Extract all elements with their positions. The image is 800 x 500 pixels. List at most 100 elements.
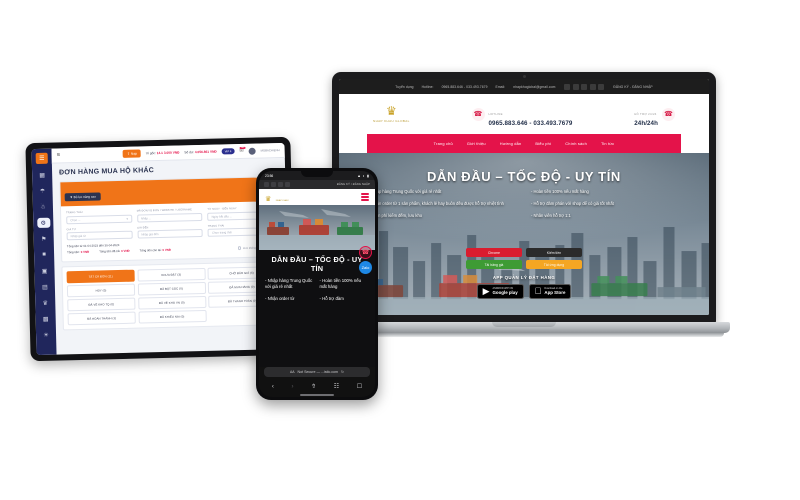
hero-cta-buttons[interactable]: Chrome Kiếm tiền Tải bảng giá Tải ứng dụ… bbox=[464, 248, 584, 270]
sidebar-item-cart[interactable]: ☂ bbox=[36, 186, 49, 196]
laptop-device: Tuyển dụng Hotline: 0965.883.646 - 033.4… bbox=[318, 72, 730, 347]
browser-toolbar[interactable]: ‹ › ⇮ ☷ ☐ bbox=[259, 380, 375, 393]
twitter-icon[interactable] bbox=[271, 182, 276, 187]
nav-item-news[interactable]: Tin tức bbox=[601, 141, 614, 146]
hamburger-icon[interactable]: ≡ bbox=[57, 152, 61, 158]
total-remaining-label: Tổng tiền còn lại: bbox=[139, 247, 162, 253]
avatar[interactable] bbox=[248, 147, 256, 155]
bell-icon[interactable]: ✉ 364 bbox=[239, 146, 246, 154]
tab-completed[interactable]: ĐÃ HOÀN THÀNH (1) bbox=[67, 311, 136, 326]
download-app-button[interactable]: Tải ứng dụng bbox=[526, 260, 582, 270]
reload-icon[interactable]: ↻ bbox=[341, 370, 344, 374]
balance-value: 14.1 3.000 VNĐ bbox=[156, 150, 180, 156]
download-pricelist-button[interactable]: Tải bảng giá bbox=[466, 260, 522, 270]
credit-value: 4.056.861 VNĐ bbox=[194, 149, 217, 155]
app-logo-icon[interactable]: ☰ bbox=[35, 152, 48, 165]
youtube-icon[interactable] bbox=[278, 182, 283, 187]
hero-bullet-right-1: - Hoàn tiền 100% nếu mất hàng bbox=[531, 189, 589, 194]
tab-warehouse-cn[interactable]: ĐÃ VỀ KHO TQ (0) bbox=[67, 297, 136, 312]
nav-item-pricing[interactable]: Biểu phí bbox=[535, 141, 551, 146]
google-play-big-text: Google play bbox=[492, 290, 518, 296]
tablet-screen: ☰ ▦ ☂ ☃ ⚙ ⚑ ■ ▣ ▤ ♛ ▩ ☀ ≡ ⇧ Nạp Ví gốc: … bbox=[31, 142, 290, 356]
app-store-badges[interactable]: ▶ ANDROID APP ON Google play  Download … bbox=[339, 284, 709, 299]
sidebar-item-users[interactable]: ☃ bbox=[36, 202, 49, 212]
text-size-icon[interactable]: AA bbox=[290, 370, 295, 374]
phone-home-indicator bbox=[259, 393, 375, 397]
phone-bullet-left-1: - Nhập hàng Trung Quốc với giá rẻ nhất bbox=[265, 278, 313, 290]
sidebar-item-dashboard[interactable]: ▦ bbox=[36, 170, 49, 180]
tab-not-ordered[interactable]: CHƯA ĐẶT (3) bbox=[136, 267, 206, 282]
screenshot-stage: Tuyển dụng Hotline: 0965.883.646 - 033.4… bbox=[0, 0, 800, 500]
phone-auth-link[interactable]: ĐĂNG KÝ / ĐĂNG NHẬP bbox=[337, 183, 370, 186]
tabs-icon[interactable]: ☐ bbox=[357, 383, 362, 390]
nav-item-policy[interactable]: Chính sách bbox=[565, 141, 587, 146]
back-icon[interactable]: ‹ bbox=[272, 384, 274, 390]
google-play-icon: ▶ bbox=[482, 286, 490, 296]
bookmarks-icon[interactable]: ☷ bbox=[334, 383, 339, 390]
header-support[interactable]: HỖ TRỢ 24/24 24h/24h ☎ bbox=[634, 102, 675, 127]
phone-logo[interactable]: ♛ NHAP KHAU bbox=[265, 188, 288, 206]
topbar-auth-link[interactable]: ĐĂNG KÝ - ĐĂNG NHẬP bbox=[613, 85, 652, 89]
share-icon[interactable]: ⇮ bbox=[311, 383, 316, 390]
crown-icon: ♛ bbox=[385, 104, 397, 118]
nav-item-guide[interactable]: Hướng dẫn bbox=[500, 141, 522, 146]
browser-url-bar[interactable]: AA Not Secure — ...istic.com ↻ bbox=[264, 367, 370, 377]
twitter-icon[interactable] bbox=[572, 83, 579, 90]
page-title: ĐƠN HÀNG MUA HỘ KHÁC bbox=[59, 167, 155, 177]
field-price-to-input[interactable]: Nhập giá đến bbox=[137, 228, 204, 239]
sidebar-item-report[interactable]: ▩ bbox=[39, 314, 52, 324]
topbar-email-value: nhapkhoglobal@gmail.com bbox=[513, 84, 556, 89]
tab-warehouse-vn[interactable]: ĐÃ VỀ KHO VN (0) bbox=[137, 296, 206, 310]
header-hotline[interactable]: ☎ HOTLINE 0965.883.646 - 033.493.7679 bbox=[471, 102, 573, 127]
field-price-to-value: Nhập giá đến bbox=[141, 232, 159, 237]
nav-item-about[interactable]: Giới thiệu bbox=[467, 141, 486, 146]
field-price-from: GIÁ TỪ Nhập giá từ bbox=[66, 226, 133, 241]
phone-floating-buttons[interactable]: ☎ Zalo bbox=[359, 246, 372, 274]
youtube-icon[interactable] bbox=[581, 83, 588, 90]
phone-hero-bullets: - Nhập hàng Trung Quốc với giá rẻ nhất -… bbox=[265, 278, 369, 290]
phone-social-icons[interactable] bbox=[264, 182, 290, 187]
sidebar-item-settings[interactable]: ☀ bbox=[39, 330, 52, 340]
status-tabs[interactable]: TẤT CẢ ĐƠN (11) CHƯA ĐẶT (3) CHỜ BÁO GIÁ… bbox=[62, 262, 280, 329]
topbar-social-icons[interactable] bbox=[564, 83, 605, 90]
forward-icon[interactable]: › bbox=[291, 384, 293, 390]
hamburger-icon[interactable] bbox=[361, 193, 369, 201]
tab-all-orders[interactable]: TẤT CẢ ĐƠN (11) bbox=[66, 269, 135, 283]
sidebar-item-camera[interactable]: ▣ bbox=[38, 266, 51, 276]
sidebar-item-flag[interactable]: ⚑ bbox=[37, 234, 50, 244]
instagram-icon[interactable] bbox=[589, 83, 596, 90]
username-label: MOBACHIENH bbox=[260, 148, 280, 153]
field-status-label: TRẠNG THÁI bbox=[66, 210, 83, 215]
facebook-icon[interactable] bbox=[564, 83, 571, 90]
topbar-recruit-link[interactable]: Tuyển dụng bbox=[395, 85, 413, 89]
field-status-select[interactable]: Chọn ... ▾ bbox=[66, 214, 133, 224]
field-code-input[interactable]: Nhập ... bbox=[136, 212, 203, 223]
tab-cancelled[interactable]: HỦY (0) bbox=[66, 283, 136, 297]
phone-icon[interactable]: ☎ bbox=[359, 246, 372, 259]
advanced-filter-button[interactable]: ▼ Bộ lọc nâng cao bbox=[64, 192, 101, 202]
sidebar-item-orders[interactable]: ⚙ bbox=[36, 217, 50, 229]
nav-item-home[interactable]: Trang chủ bbox=[434, 141, 453, 146]
tab-deposited[interactable]: ĐÃ ĐẶT CỌC (0) bbox=[137, 282, 206, 296]
earn-money-button[interactable]: Kiếm tiền bbox=[526, 248, 582, 258]
battery-icon: ▮ bbox=[367, 173, 369, 178]
phone-bullet-right-2: - Hỗ trợ đàm bbox=[319, 295, 344, 301]
app-store-badge[interactable]:  Download on the App Store bbox=[528, 284, 572, 299]
zalo-icon[interactable]: Zalo bbox=[359, 261, 372, 274]
deposit-button[interactable]: ⇧ Nạp bbox=[123, 149, 141, 158]
tab-complaint[interactable]: ĐÃ KHIẾU NẠI (0) bbox=[138, 310, 207, 324]
field-price-from-input[interactable]: Nhập giá từ bbox=[66, 230, 133, 241]
phone-device: 23:56 ▲ ◐ ▮ ĐĂNG KÝ / ĐĂNG NHẬP ♛ NHAP K… bbox=[256, 168, 378, 400]
sidebar-item-vip[interactable]: ♛ bbox=[39, 298, 52, 308]
phone-logo-text: NHAP KHAU bbox=[275, 200, 289, 202]
site-logo[interactable]: ♛ NHAP KHAU GLOBAL bbox=[373, 105, 410, 123]
sidebar-item-wallet[interactable]: ■ bbox=[37, 250, 50, 260]
facebook-icon[interactable] bbox=[264, 182, 269, 187]
sidebar-item-truck[interactable]: ▤ bbox=[38, 282, 51, 292]
instagram-icon[interactable] bbox=[285, 182, 290, 187]
chrome-extension-button[interactable]: Chrome bbox=[466, 248, 522, 258]
vip-badge[interactable]: VIP 4 bbox=[221, 147, 235, 155]
site-nav[interactable]: Trang chủ Giới thiệu Hướng dẫn Biểu phí … bbox=[367, 134, 681, 153]
google-play-badge[interactable]: ▶ ANDROID APP ON Google play bbox=[476, 284, 524, 299]
google-plus-icon[interactable] bbox=[598, 83, 605, 90]
